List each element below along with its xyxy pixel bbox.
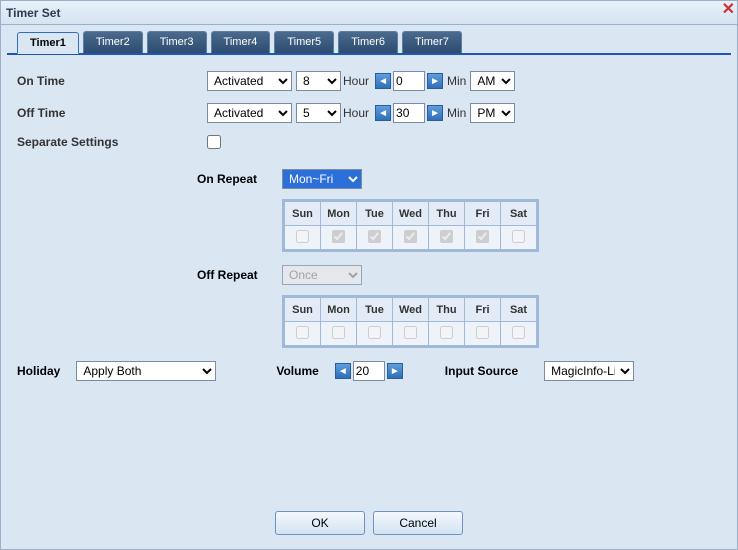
day-header: Sat bbox=[501, 202, 537, 226]
tab-timer5[interactable]: Timer5 bbox=[274, 31, 334, 53]
tab-timer6[interactable]: Timer6 bbox=[338, 31, 398, 53]
hour-unit-2: Hour bbox=[343, 106, 369, 120]
off-time-ampm-select[interactable]: PM bbox=[470, 103, 515, 123]
day-header: Mon bbox=[321, 298, 357, 322]
tab-underline bbox=[7, 53, 731, 55]
volume-label: Volume bbox=[276, 364, 318, 378]
day-header: Wed bbox=[393, 298, 429, 322]
cancel-button[interactable]: Cancel bbox=[373, 511, 463, 535]
off-repeat-fri-checkbox bbox=[476, 326, 489, 339]
on-repeat-sat-checkbox[interactable] bbox=[512, 230, 525, 243]
off-time-activation-select[interactable]: Activated bbox=[207, 103, 292, 123]
on-repeat-wed-checkbox[interactable] bbox=[404, 230, 417, 243]
off-time-row: Off Time Activated 5 Hour ◄ ► Min PM bbox=[17, 103, 721, 123]
close-icon[interactable]: ✕ bbox=[722, 0, 735, 19]
separate-settings-label: Separate Settings bbox=[17, 135, 207, 149]
tab-timer3[interactable]: Timer3 bbox=[147, 31, 207, 53]
on-repeat-fri-checkbox[interactable] bbox=[476, 230, 489, 243]
separate-settings-row: Separate Settings bbox=[17, 135, 721, 149]
on-repeat-label: On Repeat bbox=[197, 172, 282, 186]
tab-timer4[interactable]: Timer4 bbox=[211, 31, 271, 53]
off-repeat-sat-checkbox bbox=[512, 326, 525, 339]
on-repeat-select[interactable]: Mon~Fri bbox=[282, 169, 362, 189]
off-repeat-thu-checkbox bbox=[440, 326, 453, 339]
tab-timer7[interactable]: Timer7 bbox=[402, 31, 462, 53]
on-repeat-block: On Repeat Mon~Fri Sun Mon Tue Wed Thu Fr… bbox=[197, 169, 721, 255]
day-header: Thu bbox=[429, 298, 465, 322]
on-time-min-up-icon[interactable]: ► bbox=[427, 73, 443, 89]
day-header: Sat bbox=[501, 298, 537, 322]
off-repeat-label: Off Repeat bbox=[197, 268, 282, 282]
holiday-label: Holiday bbox=[17, 364, 60, 378]
min-unit: Min bbox=[447, 74, 466, 88]
ok-button[interactable]: OK bbox=[275, 511, 365, 535]
day-header: Tue bbox=[357, 202, 393, 226]
day-header: Sun bbox=[285, 202, 321, 226]
off-repeat-wed-checkbox bbox=[404, 326, 417, 339]
tab-timer2[interactable]: Timer2 bbox=[83, 31, 143, 53]
hour-unit: Hour bbox=[343, 74, 369, 88]
on-repeat-row: On Repeat Mon~Fri bbox=[197, 169, 721, 189]
off-repeat-row: Off Repeat Once bbox=[197, 265, 721, 285]
off-repeat-select: Once bbox=[282, 265, 362, 285]
on-time-controls: Activated 8 Hour ◄ ► Min AM bbox=[207, 71, 721, 91]
off-time-min-up-icon[interactable]: ► bbox=[427, 105, 443, 121]
tab-timer1[interactable]: Timer1 bbox=[17, 32, 79, 54]
day-header: Mon bbox=[321, 202, 357, 226]
holiday-select[interactable]: Apply Both bbox=[76, 361, 216, 381]
on-repeat-thu-checkbox[interactable] bbox=[440, 230, 453, 243]
window-title: Timer Set bbox=[6, 6, 60, 20]
off-repeat-day-grid: Sun Mon Tue Wed Thu Fri Sat bbox=[282, 295, 539, 348]
off-time-label: Off Time bbox=[17, 106, 127, 120]
on-time-min-down-icon[interactable]: ◄ bbox=[375, 73, 391, 89]
off-repeat-tue-checkbox bbox=[368, 326, 381, 339]
on-time-activation-select[interactable]: Activated bbox=[207, 71, 292, 91]
volume-up-icon[interactable]: ► bbox=[387, 363, 403, 379]
tab-content: On Time Activated 8 Hour ◄ ► Min AM Off … bbox=[7, 65, 731, 497]
volume-down-icon[interactable]: ◄ bbox=[335, 363, 351, 379]
on-repeat-mon-checkbox[interactable] bbox=[332, 230, 345, 243]
volume-input[interactable] bbox=[353, 361, 385, 381]
input-source-label: Input Source bbox=[445, 364, 518, 378]
on-repeat-day-grid: Sun Mon Tue Wed Thu Fri Sat bbox=[282, 199, 539, 252]
day-header: Fri bbox=[465, 298, 501, 322]
on-repeat-tue-checkbox[interactable] bbox=[368, 230, 381, 243]
window-body: Timer1 Timer2 Timer3 Timer4 Timer5 Timer… bbox=[1, 25, 737, 549]
separate-settings-checkbox[interactable] bbox=[207, 135, 221, 149]
off-repeat-mon-checkbox bbox=[332, 326, 345, 339]
off-time-min-down-icon[interactable]: ◄ bbox=[375, 105, 391, 121]
day-header: Thu bbox=[429, 202, 465, 226]
on-repeat-sun-checkbox[interactable] bbox=[296, 230, 309, 243]
day-header: Wed bbox=[393, 202, 429, 226]
bottom-row: Holiday Apply Both Volume ◄ ► Input Sour… bbox=[17, 361, 721, 381]
off-repeat-sun-checkbox bbox=[296, 326, 309, 339]
on-time-ampm-select[interactable]: AM bbox=[470, 71, 515, 91]
off-time-hour-select[interactable]: 5 bbox=[296, 103, 341, 123]
tab-strip: Timer1 Timer2 Timer3 Timer4 Timer5 Timer… bbox=[7, 31, 731, 53]
footer: OK Cancel bbox=[7, 497, 731, 549]
off-time-minute-input[interactable] bbox=[393, 103, 425, 123]
on-time-label: On Time bbox=[17, 74, 127, 88]
input-source-select[interactable]: MagicInfo-Lite bbox=[544, 361, 634, 381]
day-header: Tue bbox=[357, 298, 393, 322]
on-time-hour-select[interactable]: 8 bbox=[296, 71, 341, 91]
titlebar: Timer Set ✕ bbox=[1, 1, 737, 25]
off-time-controls: Activated 5 Hour ◄ ► Min PM bbox=[207, 103, 721, 123]
on-time-minute-input[interactable] bbox=[393, 71, 425, 91]
on-time-row: On Time Activated 8 Hour ◄ ► Min AM bbox=[17, 71, 721, 91]
off-repeat-block: Off Repeat Once Sun Mon Tue Wed Thu Fri … bbox=[197, 265, 721, 351]
min-unit-2: Min bbox=[447, 106, 466, 120]
timer-set-window: Timer Set ✕ Timer1 Timer2 Timer3 Timer4 … bbox=[0, 0, 738, 550]
day-header: Fri bbox=[465, 202, 501, 226]
day-header: Sun bbox=[285, 298, 321, 322]
